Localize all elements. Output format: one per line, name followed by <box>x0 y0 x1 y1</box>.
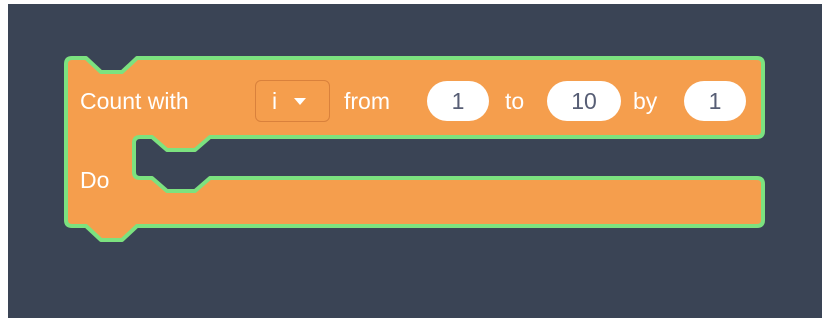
caret-down-icon <box>294 98 306 105</box>
count-with-label: Count with <box>80 88 189 114</box>
by-label: by <box>633 88 658 114</box>
from-label: from <box>344 88 390 114</box>
variable-value: i <box>272 88 278 114</box>
by-input[interactable]: 1 <box>684 81 746 121</box>
do-label: Do <box>80 167 110 193</box>
to-label: to <box>505 88 525 114</box>
variable-dropdown[interactable]: i <box>255 80 330 122</box>
count-with-block[interactable] <box>0 0 822 318</box>
from-input[interactable]: 1 <box>427 81 489 121</box>
to-input[interactable]: 10 <box>547 81 621 121</box>
